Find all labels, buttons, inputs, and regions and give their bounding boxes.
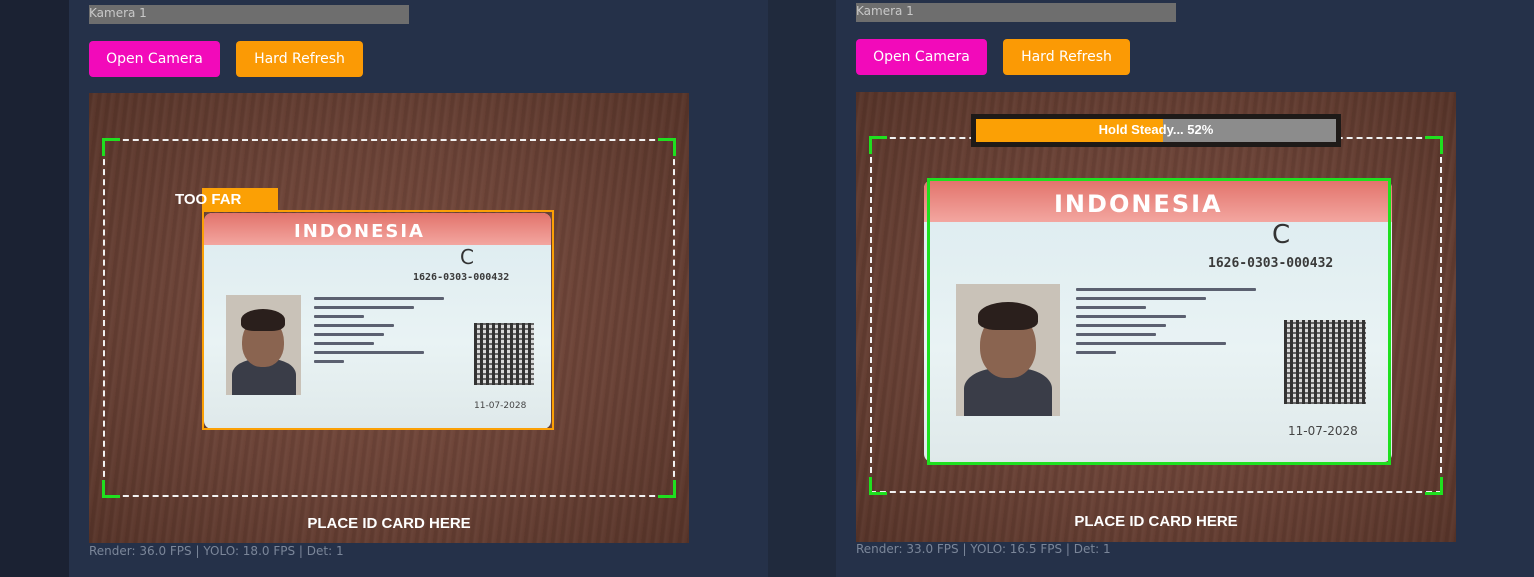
panel-separator [768, 0, 836, 577]
camera-title: Kamera 1 [89, 5, 409, 24]
guide-corner [869, 477, 887, 495]
fps-stats: Render: 36.0 FPS | YOLO: 18.0 FPS | Det:… [89, 544, 344, 558]
detection-box [927, 178, 1391, 465]
guide-corner [102, 138, 120, 156]
place-card-instruction: PLACE ID CARD HERE [307, 515, 471, 532]
camera-title: Kamera 1 [856, 3, 1176, 22]
progress-track: Hold Steady... 52% [976, 119, 1336, 142]
hold-steady-progress: Hold Steady... 52% [971, 114, 1341, 147]
guide-corner [1425, 136, 1443, 154]
progress-label: Hold Steady... 52% [1098, 122, 1214, 137]
guide-corner [102, 480, 120, 498]
fps-stats: Render: 33.0 FPS | YOLO: 16.5 FPS | Det:… [856, 542, 1111, 556]
open-camera-button[interactable]: Open Camera [89, 41, 220, 77]
camera-feed: INDONESIA C 1626-0303-000432 11-07-2028 … [856, 92, 1456, 542]
camera-feed: INDONESIA C 1626-0303-000432 11-07-2028 … [89, 93, 689, 543]
guide-corner [1425, 477, 1443, 495]
hard-refresh-button[interactable]: Hard Refresh [236, 41, 363, 77]
detection-box [202, 210, 554, 430]
place-card-instruction: PLACE ID CARD HERE [1074, 513, 1238, 530]
open-camera-button[interactable]: Open Camera [856, 39, 987, 75]
hard-refresh-button[interactable]: Hard Refresh [1003, 39, 1130, 75]
guide-corner [658, 480, 676, 498]
guide-corner [658, 138, 676, 156]
status-tag: TOO FAR [175, 191, 242, 208]
guide-corner [869, 136, 887, 154]
